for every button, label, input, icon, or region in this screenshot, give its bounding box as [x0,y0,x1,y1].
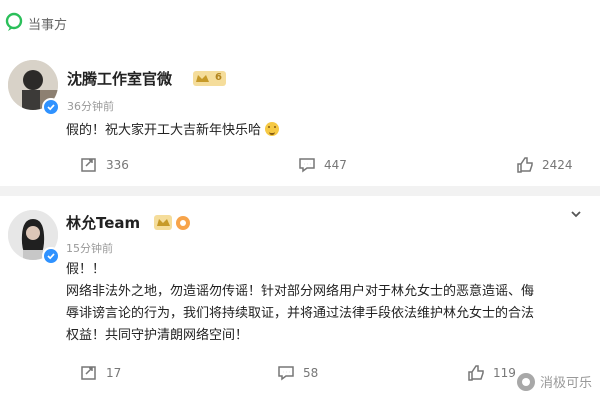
thumb-up-icon [517,157,533,173]
weibo-post[interactable]: 林允Team 15分钟前 假！！ 网络非法外之地，勿造谣勿传谣！针对部分网络用户… [0,196,600,402]
post-text-line: 假！！ [66,262,106,277]
post-text-line: 权益！共同守护清朗网络空间！ [66,328,249,343]
message-bubble-icon [5,12,23,31]
comment-button[interactable]: 447 [298,156,347,174]
post-time: 15分钟前 [66,242,113,255]
thumb-up-icon [468,365,484,381]
comment-icon [299,158,315,173]
post-divider [0,186,600,196]
post-text-line: 网络非法外之地，勿造谣勿传谣！针对部分网络用户对于林允女士的恶意造谣、侮 [66,284,535,299]
like-count: 119 [493,366,516,380]
post-text-content: 假的！祝大家开工大吉新年快乐哈 [66,123,262,138]
watermark: 消极可乐 [516,372,592,391]
source-label: 当事方 [28,18,68,33]
chevron-down-icon[interactable] [570,208,582,220]
vip-badge: 6 [193,71,226,86]
weibo-post[interactable]: 沈腾工作室官微 6 36分钟前 假的！祝大家开工大吉新年快乐哈 336 447 … [0,46,600,186]
comment-button[interactable]: 58 [277,364,318,382]
source-header: 当事方 [0,0,600,46]
comment-icon [278,366,294,381]
crown-icon [196,75,209,82]
repost-button[interactable]: 336 [80,156,129,174]
repost-count: 17 [106,366,122,380]
crown-icon [157,219,170,226]
orange-badge-icon [176,216,190,230]
repost-icon [81,366,96,380]
post-text-line: 辱诽谤言论的行为，我们将持续取证，并将通过法律手段依法维护林允女士的合法 [66,306,535,321]
verified-badge-icon [42,247,60,265]
laugh-emoji-icon [265,122,280,136]
watermark-logo-icon [516,372,535,391]
repost-button[interactable]: 17 [80,364,121,382]
post-text: 假的！祝大家开工大吉新年快乐哈 [66,120,280,142]
verified-badge-icon [42,98,60,116]
vip-level: 6 [215,72,222,83]
like-button[interactable]: 119 [467,364,516,382]
like-count: 2424 [542,158,573,172]
author-name[interactable]: 林允Team [66,212,140,233]
like-button[interactable]: 2424 [516,156,573,174]
post-time: 36分钟前 [67,100,114,113]
repost-icon [81,158,96,172]
author-name[interactable]: 沈腾工作室官微 [67,68,172,89]
vip-badge [154,215,172,230]
comment-count: 447 [324,158,347,172]
post-text: 假！！ 网络非法外之地，勿造谣勿传谣！针对部分网络用户对于林允女士的恶意造谣、侮… [66,259,586,347]
watermark-text: 消极可乐 [539,376,592,391]
repost-count: 336 [106,158,129,172]
comment-count: 58 [303,366,319,380]
